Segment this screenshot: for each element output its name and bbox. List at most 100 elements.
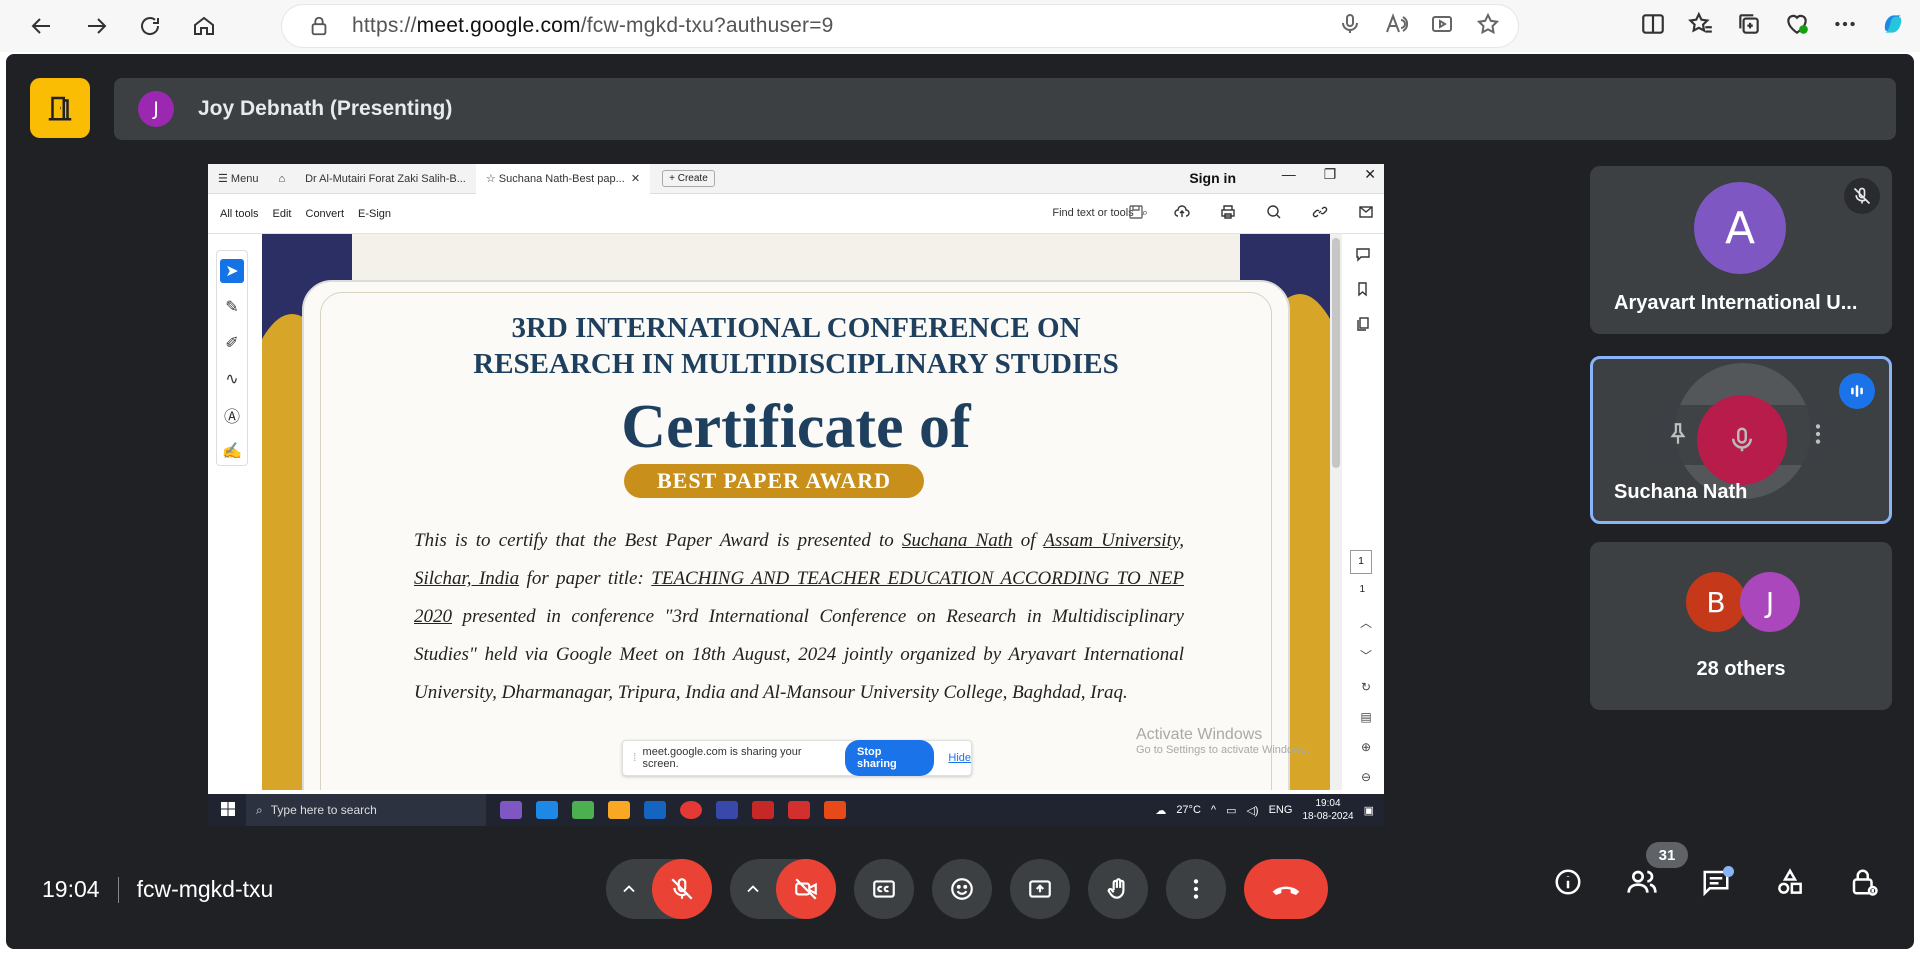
mail-app-icon[interactable] (644, 801, 666, 819)
browser-essentials-icon[interactable] (1784, 11, 1810, 42)
draw-icon[interactable]: ∿ (220, 367, 244, 391)
chevron-up-icon[interactable] (606, 879, 652, 899)
upload-icon[interactable] (1174, 204, 1190, 223)
page-number-input[interactable]: 1 (1350, 550, 1372, 574)
zoom-out-icon[interactable]: ⊖ (1361, 770, 1371, 784)
camera-off-button[interactable] (776, 859, 836, 919)
pdf-scrollbar[interactable] (1330, 234, 1342, 790)
favorites-icon[interactable] (1688, 11, 1714, 42)
slides-app-icon[interactable] (824, 801, 846, 819)
raise-hand-button[interactable] (1088, 859, 1148, 919)
host-controls-lock-icon[interactable] (1842, 860, 1886, 904)
minimize-icon[interactable]: — (1282, 166, 1296, 183)
sign-icon[interactable]: ✍ (220, 439, 244, 463)
collections-icon[interactable] (1736, 11, 1762, 42)
participant-tile-suchana[interactable]: Suchana Nath (1590, 356, 1892, 524)
word-app-icon[interactable] (716, 801, 738, 819)
lock-icon[interactable] (308, 15, 332, 37)
menu-all-tools[interactable]: All tools (220, 208, 259, 220)
store-app-icon[interactable] (572, 801, 594, 819)
browser-toolbar: https://meet.google.com/fcw-mgkd-txu?aut… (0, 0, 1920, 52)
acrobat-app-icon[interactable] (788, 801, 810, 819)
more-options-button[interactable] (1166, 859, 1226, 919)
windows-start-icon[interactable] (220, 801, 236, 820)
participant-name: Aryavart International U... (1614, 292, 1858, 314)
more-options-icon[interactable] (1805, 421, 1831, 452)
home-icon[interactable]: ⌂ (268, 164, 295, 194)
activities-icon[interactable] (1768, 860, 1812, 904)
chrome-app-icon[interactable] (680, 801, 702, 819)
notifications-icon[interactable]: ▣ (1364, 804, 1374, 817)
restore-icon[interactable]: ❐ (1324, 166, 1337, 183)
copilot-app-icon[interactable] (500, 801, 522, 819)
save-icon[interactable] (1128, 204, 1144, 223)
emoji-reaction-button[interactable] (932, 859, 992, 919)
present-screen-button[interactable] (1010, 859, 1070, 919)
comment-icon[interactable]: ✎ (220, 295, 244, 319)
print-icon[interactable] (1220, 204, 1236, 223)
tab-document-2[interactable]: ☆ Suchana Nath-Best pap... ✕ (475, 164, 651, 194)
leave-call-button[interactable] (1244, 859, 1328, 919)
page-up-icon[interactable]: ︿ (1360, 614, 1372, 631)
weather-icon[interactable]: ☁ (1155, 804, 1166, 817)
favorite-star-icon[interactable] (1476, 12, 1500, 41)
bookmarks-icon[interactable] (1355, 281, 1371, 302)
network-icon[interactable]: ▭ (1226, 804, 1236, 817)
microphone-icon[interactable] (1338, 12, 1362, 41)
tray-chevron-icon[interactable]: ^ (1211, 804, 1216, 816)
taskbar-search[interactable]: ⌕ Type here to search (246, 794, 486, 826)
participant-tile-aryavart[interactable]: A Aryavart International U... (1590, 166, 1892, 334)
sign-in-button[interactable]: Sign in (1189, 170, 1236, 186)
split-screen-icon[interactable] (1640, 11, 1666, 42)
share-search-icon[interactable] (1266, 204, 1282, 223)
address-bar[interactable]: https://meet.google.com/fcw-mgkd-txu?aut… (282, 5, 1518, 47)
menu-esign[interactable]: E-Sign (358, 208, 391, 220)
document-icon[interactable]: ▤ (1360, 710, 1371, 724)
meeting-info: 19:04 fcw-mgkd-txu (42, 876, 273, 903)
more-menu-icon[interactable] (1832, 11, 1858, 42)
leave-door-button[interactable] (30, 78, 90, 138)
mic-off-button[interactable] (652, 859, 712, 919)
weather-temp[interactable]: 27°C (1176, 804, 1201, 816)
volume-icon[interactable]: ◁) (1246, 804, 1258, 817)
chevron-up-icon[interactable] (730, 879, 776, 899)
forward-icon[interactable] (74, 4, 118, 48)
pin-icon[interactable] (1665, 421, 1691, 452)
mail-icon[interactable] (1358, 204, 1374, 223)
link-icon[interactable] (1312, 204, 1328, 223)
people-icon[interactable] (1620, 860, 1664, 904)
text-box-icon[interactable]: Ⓐ (220, 403, 244, 427)
zoom-in-icon[interactable]: ⊕ (1361, 740, 1371, 754)
highlight-pen-icon[interactable]: ✐ (220, 331, 244, 355)
home-icon[interactable] (182, 4, 226, 48)
tab-document-1[interactable]: Dr Al-Mutairi Forat Zaki Salih-B... (295, 164, 476, 194)
menu-convert[interactable]: Convert (306, 208, 345, 220)
create-button[interactable]: + Create (662, 170, 715, 187)
drag-handle-icon[interactable]: ⁞ (627, 752, 643, 764)
pages-icon[interactable] (1355, 316, 1371, 337)
media-icon[interactable] (1430, 12, 1454, 41)
copilot-icon[interactable] (1880, 11, 1906, 42)
close-icon[interactable]: ✕ (1364, 166, 1376, 183)
explorer-app-icon[interactable] (608, 801, 630, 819)
captions-button[interactable] (854, 859, 914, 919)
rotate-icon[interactable]: ↻ (1361, 680, 1371, 694)
language-indicator[interactable]: ENG (1269, 804, 1293, 816)
page-down-icon[interactable]: ﹀ (1360, 647, 1372, 664)
taskbar-clock[interactable]: 19:04 18-08-2024 (1302, 797, 1353, 823)
stop-sharing-button[interactable]: Stop sharing (845, 740, 935, 776)
comments-panel-icon[interactable] (1355, 246, 1371, 267)
refresh-icon[interactable] (128, 4, 172, 48)
select-cursor-icon[interactable]: ➤ (220, 259, 244, 283)
read-aloud-icon[interactable] (1384, 12, 1409, 41)
back-icon[interactable] (20, 4, 64, 48)
hide-link[interactable]: Hide (948, 752, 971, 764)
edge-app-icon[interactable] (536, 801, 558, 819)
presenter-label: Joy Debnath (Presenting) (198, 97, 453, 120)
chat-icon[interactable] (1694, 860, 1738, 904)
menu-edit[interactable]: Edit (273, 208, 292, 220)
participant-tile-others[interactable]: B J 28 others (1590, 542, 1892, 710)
meeting-details-info-icon[interactable] (1546, 860, 1590, 904)
mcafee-app-icon[interactable] (752, 801, 774, 819)
tab-menu[interactable]: ☰ Menu (208, 164, 268, 194)
